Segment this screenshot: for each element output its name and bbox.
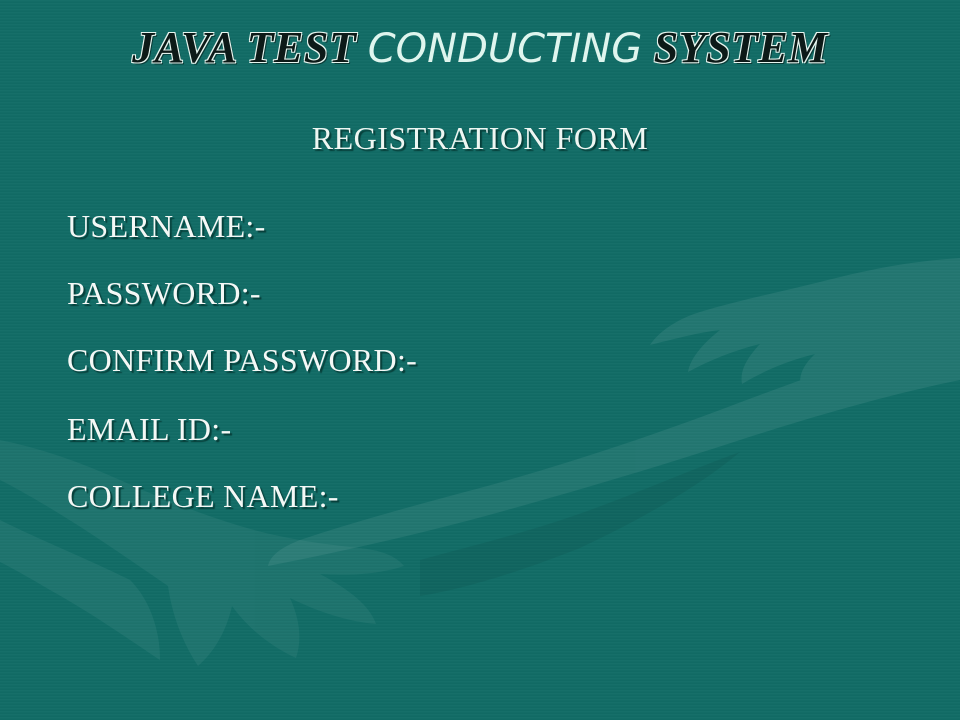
username-label: USERNAME:- xyxy=(67,208,266,244)
title-part-system: SYSTEM xyxy=(653,23,828,72)
college-name-label: COLLEGE NAME:- xyxy=(67,478,339,514)
confirm-password-label: CONFIRM PASSWORD:- xyxy=(67,342,418,378)
title-part-java-test: JAVA TEST xyxy=(132,23,357,72)
page-title: JAVA TEST CONDUCTING SYSTEM xyxy=(0,22,960,73)
email-id-label: EMAIL ID:- xyxy=(67,411,232,447)
password-label: PASSWORD:- xyxy=(67,275,261,311)
form-heading: REGISTRATION FORM xyxy=(311,120,649,156)
title-part-conducting: CONDUCTING xyxy=(367,26,643,72)
